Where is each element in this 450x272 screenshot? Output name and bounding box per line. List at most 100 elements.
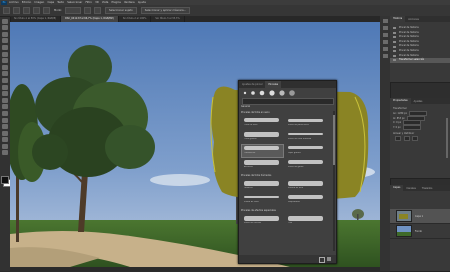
brush-preset[interactable]: Pluma de tinta xyxy=(242,194,283,206)
sample-all-layers-checkbox[interactable] xyxy=(83,7,91,14)
tab-brush-settings[interactable]: Ajustes de pincel xyxy=(239,83,265,86)
frame-tool-icon[interactable] xyxy=(2,51,8,57)
y-input[interactable] xyxy=(402,124,421,130)
move-tool-icon[interactable] xyxy=(2,18,8,24)
align-left-button[interactable] xyxy=(395,136,401,142)
path-selection-tool-icon[interactable] xyxy=(2,130,8,136)
menu-type[interactable]: Texto xyxy=(57,1,64,4)
intersect-selection-icon[interactable] xyxy=(43,7,50,14)
trash-icon[interactable] xyxy=(327,257,331,261)
menu-edit[interactable]: Edición xyxy=(22,1,31,4)
history-state-selected[interactable]: Transformar selección xyxy=(390,58,450,63)
brush-preset[interactable]: Pincel de tinta húmeda xyxy=(286,131,327,143)
lasso-tool-icon[interactable] xyxy=(2,31,8,37)
tab-actions[interactable]: Acciones xyxy=(405,18,422,21)
crop-tool-icon[interactable] xyxy=(2,44,8,50)
folder-wet-media[interactable]: Pinceles de tinta húmedos xyxy=(241,174,332,178)
tab-brushes[interactable]: Pinceles xyxy=(265,81,282,88)
brush-preset-name: Pluma de tinta xyxy=(244,201,259,203)
brush-preset[interactable]: Acuarela xyxy=(242,159,283,171)
menu-select[interactable]: Seleccionar xyxy=(67,1,82,4)
brush-icon xyxy=(393,27,396,30)
layer-row[interactable]: Fondo xyxy=(390,224,450,239)
brush-preset[interactable]: Gouache xyxy=(242,180,283,192)
new-selection-icon[interactable] xyxy=(13,7,20,14)
eraser-tool-icon[interactable] xyxy=(2,91,8,97)
menu-plugins[interactable]: Plugins xyxy=(112,1,121,4)
tab-paths[interactable]: Trazados xyxy=(419,187,436,190)
layer-row-selected[interactable]: Capa 1 xyxy=(390,209,450,224)
enhance-edge-checkbox[interactable] xyxy=(93,7,101,14)
foreground-color-swatch[interactable] xyxy=(1,176,9,184)
properties-scrollbar[interactable] xyxy=(446,118,448,158)
menu-3d[interactable]: 3D xyxy=(95,1,99,4)
brush-preset[interactable]: Pincel de punta seca xyxy=(286,117,327,129)
tab-history[interactable]: Historia xyxy=(390,16,406,22)
brush-preset-selected[interactable]: Carboncillo xyxy=(241,144,284,158)
pen-tool-icon[interactable] xyxy=(2,117,8,123)
brush-preset[interactable]: Lápiz gráfico xyxy=(286,145,327,157)
brush-preset[interactable]: Tiza xyxy=(286,215,327,227)
mode-dropdown[interactable] xyxy=(64,7,81,14)
type-tool-icon[interactable] xyxy=(2,124,8,130)
tab-adjustments[interactable]: Ajustes xyxy=(411,100,426,103)
history-state-label: Pincel de historia xyxy=(399,35,419,39)
clone-stamp-tool-icon[interactable] xyxy=(2,77,8,83)
align-buttons xyxy=(390,136,450,142)
folder-general[interactable]: General xyxy=(241,105,332,109)
history-panel-icon[interactable] xyxy=(382,19,388,23)
menu-help[interactable]: Ayuda xyxy=(138,1,146,4)
new-brush-icon[interactable] xyxy=(319,257,325,263)
quick-selection-tool-icon[interactable] xyxy=(2,38,8,44)
recent-brushes[interactable] xyxy=(241,90,301,96)
rectangle-tool-icon[interactable] xyxy=(2,137,8,143)
character-panel-icon[interactable] xyxy=(382,54,388,58)
subtract-selection-icon[interactable] xyxy=(33,7,40,14)
marquee-tool-icon[interactable] xyxy=(2,25,8,31)
brush-preset[interactable]: Salpicadura xyxy=(286,194,327,206)
healing-brush-tool-icon[interactable] xyxy=(2,64,8,70)
history-brush-tool-icon[interactable] xyxy=(2,84,8,90)
photoshop-logo[interactable]: Ps xyxy=(1,0,7,5)
select-and-mask-button[interactable]: Seleccionar y aplicar máscara... xyxy=(140,7,191,14)
menu-image[interactable]: Imagen xyxy=(34,1,44,4)
color-panel-icon[interactable] xyxy=(382,26,388,30)
brush-preset[interactable]: Pintura de óleo xyxy=(286,180,327,192)
brush-preset[interactable]: Tinta gruesa xyxy=(242,131,283,143)
dodge-tool-icon[interactable] xyxy=(2,110,8,116)
properties-panel-tabs: Propiedades Ajustes xyxy=(390,98,450,104)
select-subject-button[interactable]: Seleccionar sujeto xyxy=(104,7,137,14)
brush-panel-icon[interactable] xyxy=(382,40,388,44)
brush-preset[interactable]: Tinta en seco xyxy=(242,117,283,129)
menu-file[interactable]: Archivo xyxy=(9,1,19,4)
paragraph-panel-icon[interactable] xyxy=(382,47,388,51)
add-to-selection-icon[interactable] xyxy=(23,7,30,14)
align-center-button[interactable] xyxy=(403,136,410,142)
brush-search-field[interactable] xyxy=(242,98,334,105)
menu-layer[interactable]: Capa xyxy=(47,1,54,4)
brush-icon xyxy=(393,50,396,53)
brush-stroke-preview xyxy=(288,216,323,221)
zoom-tool-icon[interactable] xyxy=(2,150,8,156)
folder-special-effects[interactable]: Pinceles de efectos especiales xyxy=(241,209,332,213)
blur-tool-icon[interactable] xyxy=(2,104,8,110)
tab-properties[interactable]: Propiedades xyxy=(390,98,411,104)
brush-preset[interactable]: Pincel de efectos xyxy=(242,215,283,227)
tab-channels[interactable]: Canales xyxy=(403,187,419,190)
menu-view[interactable]: Vista xyxy=(102,1,108,4)
brush-icon xyxy=(393,45,396,48)
eyedropper-tool-icon[interactable] xyxy=(2,58,8,64)
brushes-scrollbar-thumb[interactable] xyxy=(333,115,335,165)
brush-tool-icon[interactable] xyxy=(2,71,8,77)
brush-preset-name: Lápiz gráfico xyxy=(288,152,301,154)
tool-preset-picker[interactable] xyxy=(3,7,10,14)
swatches-panel-icon[interactable] xyxy=(382,33,388,37)
brush-preset[interactable]: Pincel de goma xyxy=(286,159,327,171)
tab-layers[interactable]: Capas xyxy=(390,185,404,191)
gradient-tool-icon[interactable] xyxy=(2,97,8,103)
menu-filter[interactable]: Filtro xyxy=(86,1,92,4)
hand-tool-icon[interactable] xyxy=(2,143,8,149)
align-right-button[interactable] xyxy=(412,136,419,142)
folder-dry-media[interactable]: Pinceles de tinta en seco xyxy=(241,111,332,115)
menu-window[interactable]: Ventana xyxy=(124,1,135,4)
